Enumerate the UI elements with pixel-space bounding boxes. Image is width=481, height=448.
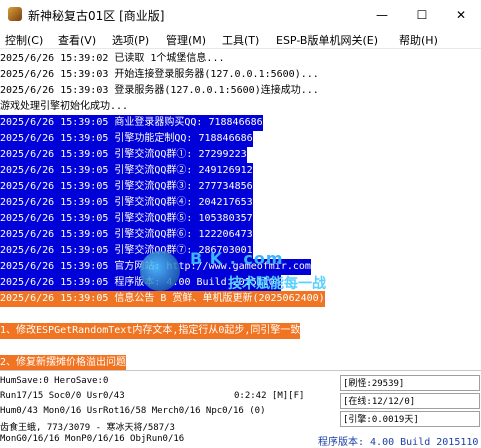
log-line-highlight: 2025/6/26 15:39:05 引擎功能定制QQ: 718846686 (0, 131, 253, 147)
status-boss: 齿食王蛾, 773/3079 - 寒冰天将/587/3 (0, 423, 175, 433)
program-version: 程序版本: 4.00 Build 2015110 (318, 437, 479, 448)
log-line-highlight: 2025/6/26 15:39:05 商业登录器购买QQ: 718846686 (0, 115, 263, 131)
refresh-counter: [刷怪:29539] (340, 375, 480, 391)
status-hum: Hum0/43 Mon0/16 UsrRot16/58 Merch0/16 Np… (0, 406, 266, 416)
app-icon (8, 7, 22, 21)
menu-esp-gateway[interactable]: ESP-B版单机网关(E) (276, 32, 378, 48)
menu-bar: 控制(C) 查看(V) 选项(P) 管理(M) 工具(T) ESP-B版单机网关… (0, 30, 481, 49)
menu-control[interactable]: 控制(C) (5, 32, 43, 48)
status-mon: MonG0/16/16 MonP0/16/16 ObjRun0/16 (0, 434, 185, 444)
maximize-button[interactable]: ☐ (402, 0, 442, 30)
status-uptime: 0:2:42 [M][F] (234, 391, 305, 401)
menu-manage[interactable]: 管理(M) (166, 32, 206, 48)
status-save: HumSave:0 HeroSave:0 (0, 376, 109, 386)
watermark: B K . com 技术赋能每一战 (140, 249, 360, 301)
log-line: 2025/6/26 15:39:02 已读取 1个城堡信息... (0, 53, 225, 64)
watermark-slogan: 技术赋能每一战 (228, 276, 326, 292)
log-line-highlight: 2025/6/26 15:39:05 引擎交流QQ群③: 277734856 (0, 179, 253, 195)
online-counter: [在线:12/12/0] (340, 393, 480, 409)
watermark-logo-icon (140, 251, 180, 291)
log-line: 2025/6/26 15:39:03 登录服务器(127.0.0.1:5600)… (0, 85, 319, 96)
close-button[interactable]: ✕ (441, 0, 481, 30)
status-run: Run17/15 Soc0/0 Usr0/43 (0, 391, 125, 401)
menu-tools[interactable]: 工具(T) (222, 32, 259, 48)
minimize-button[interactable]: — (362, 0, 402, 30)
menu-options[interactable]: 选项(P) (112, 32, 149, 48)
log-line-highlight: 2025/6/26 15:39:05 引擎交流QQ群②: 249126912 (0, 163, 253, 179)
log-line: 游戏处理引擎初始化成功... (0, 101, 129, 112)
log-line-highlight: 2025/6/26 15:39:05 引擎交流QQ群⑥: 122206473 (0, 227, 253, 243)
menu-help[interactable]: 帮助(H) (399, 32, 438, 48)
log-line-announcement: 2、修复新摆摊价格溢出问题 (0, 355, 127, 370)
log-panel[interactable]: 2025/6/26 15:39:02 已读取 1个城堡信息... 2025/6/… (0, 49, 481, 370)
log-line-highlight: 2025/6/26 15:39:05 引擎交流QQ群①: 27299223 (0, 147, 247, 163)
log-line: 2025/6/26 15:39:03 开始连接登录服务器(127.0.0.1:5… (0, 69, 319, 80)
log-line-highlight: 2025/6/26 15:39:05 引擎交流QQ群⑤: 105380357 (0, 211, 253, 227)
menu-view[interactable]: 查看(V) (58, 32, 96, 48)
watermark-domain: B K . com (190, 249, 284, 268)
status-panel: HumSave:0 HeroSave:0 Run17/15 Soc0/0 Usr… (0, 370, 481, 448)
window-title: 新神秘复古01区 [商业版] (28, 9, 165, 23)
log-line-highlight: 2025/6/26 15:39:05 引擎交流QQ群④: 204217653 (0, 195, 253, 211)
log-line-announcement: 1、修改ESPGetRandomText内存文本,指定行从0起步,同引擎一致 (0, 323, 301, 339)
title-bar: 新神秘复古01区 [商业版] — ☐ ✕ (0, 0, 481, 30)
engine-uptime: [引擎:0.0019天] (340, 411, 480, 427)
